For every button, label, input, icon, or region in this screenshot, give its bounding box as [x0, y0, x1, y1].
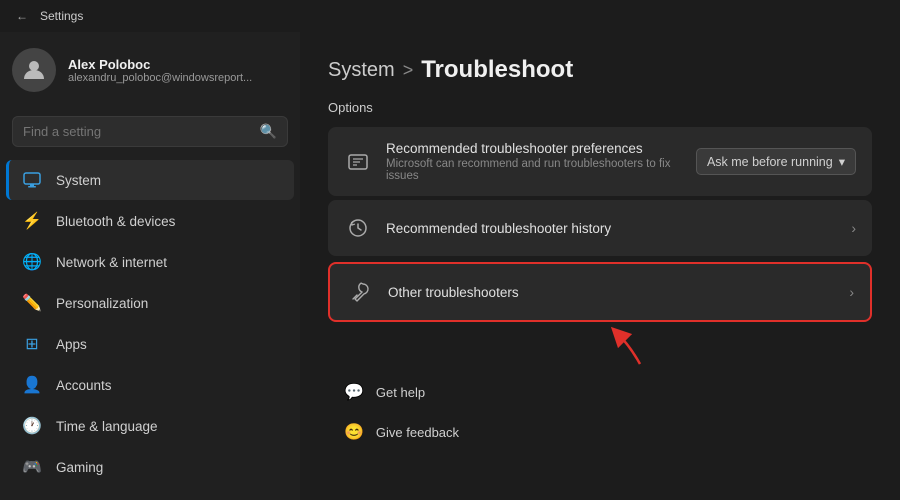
- titlebar-title: Settings: [40, 9, 83, 23]
- content-area: System > Troubleshoot Options Recommende…: [300, 32, 900, 500]
- chevron-down-icon: ▾: [839, 154, 845, 169]
- breadcrumb: System > Troubleshoot: [328, 56, 872, 84]
- sidebar-item-bluetooth[interactable]: ⚡ Bluetooth & devices: [6, 201, 294, 241]
- accounts-icon: 👤: [22, 375, 42, 395]
- personalization-icon: ✏️: [22, 293, 42, 313]
- search-input[interactable]: [23, 124, 252, 139]
- user-email: alexandru_poloboc@windowsreport...: [68, 72, 252, 84]
- give-feedback-icon: 😊: [344, 422, 364, 442]
- user-profile: Alex Poloboc alexandru_poloboc@windowsre…: [0, 32, 300, 108]
- get-help-link[interactable]: 💬 Get help: [328, 374, 872, 410]
- breadcrumb-parent: System: [328, 59, 395, 82]
- system-icon: [22, 170, 42, 190]
- nav-list: System ⚡ Bluetooth & devices 🌐 Network &…: [0, 159, 300, 488]
- sidebar-item-gaming-label: Gaming: [56, 460, 103, 475]
- sidebar-item-personalization-label: Personalization: [56, 296, 148, 311]
- sidebar-item-bluetooth-label: Bluetooth & devices: [56, 214, 175, 229]
- sidebar: Alex Poloboc alexandru_poloboc@windowsre…: [0, 32, 300, 500]
- search-box[interactable]: 🔍: [12, 116, 288, 147]
- give-feedback-link[interactable]: 😊 Give feedback: [328, 414, 872, 450]
- ask-before-running-dropdown[interactable]: Ask me before running ▾: [696, 148, 856, 175]
- time-icon: 🕐: [22, 416, 42, 436]
- avatar: [12, 48, 56, 92]
- wrench-icon: [346, 278, 374, 306]
- sidebar-item-apps-label: Apps: [56, 337, 87, 352]
- chevron-right-icon: ›: [851, 220, 856, 236]
- breadcrumb-separator: >: [403, 60, 414, 81]
- card-action-recommended-prefs: Ask me before running ▾: [696, 148, 856, 175]
- chevron-right-icon-2: ›: [849, 284, 854, 300]
- user-name: Alex Poloboc: [68, 57, 252, 72]
- card-text-other-troubleshooters: Other troubleshooters: [388, 285, 835, 300]
- card-title-other-troubleshooters: Other troubleshooters: [388, 285, 835, 300]
- breadcrumb-current: Troubleshoot: [421, 56, 573, 84]
- give-feedback-label: Give feedback: [376, 425, 459, 440]
- apps-icon: ⊞: [22, 334, 42, 354]
- get-help-icon: 💬: [344, 382, 364, 402]
- search-icon: 🔍: [260, 123, 277, 140]
- sidebar-item-time-label: Time & language: [56, 419, 158, 434]
- section-label: Options: [328, 100, 872, 115]
- card-row-other-troubleshooters[interactable]: Other troubleshooters ›: [330, 264, 870, 320]
- titlebar: ← Settings: [0, 0, 900, 32]
- arrow-annotation: [388, 326, 872, 366]
- red-arrow: [600, 326, 660, 366]
- network-icon: 🌐: [22, 252, 42, 272]
- card-other-troubleshooters: Other troubleshooters ›: [328, 262, 872, 322]
- card-row-recommended-prefs[interactable]: Recommended troubleshooter preferences M…: [328, 127, 872, 196]
- card-title-recommended-history: Recommended troubleshooter history: [386, 221, 837, 236]
- user-info: Alex Poloboc alexandru_poloboc@windowsre…: [68, 57, 252, 84]
- card-title-recommended-prefs: Recommended troubleshooter preferences: [386, 141, 682, 156]
- get-help-label: Get help: [376, 385, 425, 400]
- gaming-icon: 🎮: [22, 457, 42, 477]
- card-recommended-history: Recommended troubleshooter history ›: [328, 200, 872, 256]
- sidebar-item-accounts-label: Accounts: [56, 378, 112, 393]
- sidebar-item-time[interactable]: 🕐 Time & language: [6, 406, 294, 446]
- sidebar-item-network-label: Network & internet: [56, 255, 167, 270]
- troubleshooter-prefs-icon: [344, 148, 372, 176]
- sidebar-item-apps[interactable]: ⊞ Apps: [6, 324, 294, 364]
- sidebar-item-personalization[interactable]: ✏️ Personalization: [6, 283, 294, 323]
- sidebar-item-system[interactable]: System: [6, 160, 294, 200]
- main-layout: Alex Poloboc alexandru_poloboc@windowsre…: [0, 32, 900, 500]
- sidebar-item-accounts[interactable]: 👤 Accounts: [6, 365, 294, 405]
- sidebar-item-network[interactable]: 🌐 Network & internet: [6, 242, 294, 282]
- card-row-recommended-history[interactable]: Recommended troubleshooter history ›: [328, 200, 872, 256]
- dropdown-label: Ask me before running: [707, 155, 833, 169]
- history-icon: [344, 214, 372, 242]
- card-recommended-prefs: Recommended troubleshooter preferences M…: [328, 127, 872, 196]
- sidebar-item-system-label: System: [56, 173, 101, 188]
- card-text-recommended-history: Recommended troubleshooter history: [386, 221, 837, 236]
- sidebar-item-gaming[interactable]: 🎮 Gaming: [6, 447, 294, 487]
- back-button[interactable]: ←: [12, 6, 32, 26]
- card-desc-recommended-prefs: Microsoft can recommend and run troubles…: [386, 158, 682, 182]
- card-text-recommended-prefs: Recommended troubleshooter preferences M…: [386, 141, 682, 182]
- footer-links: 💬 Get help 😊 Give feedback: [328, 374, 872, 450]
- bluetooth-icon: ⚡: [22, 211, 42, 231]
